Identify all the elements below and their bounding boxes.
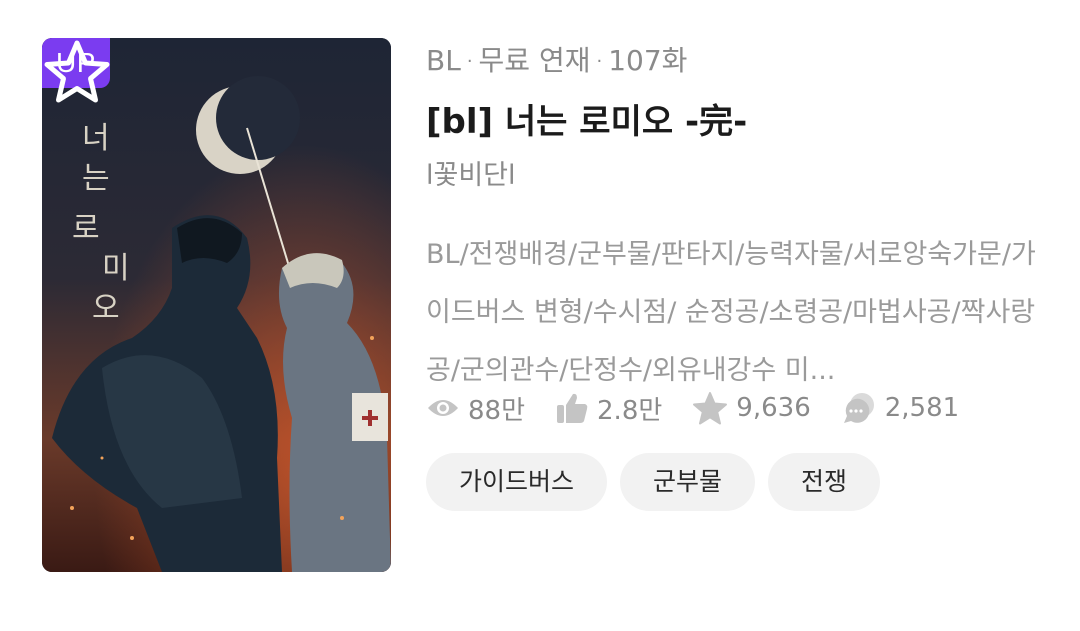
cover-image[interactable]: 너 는 로 미 오 UP: [42, 38, 391, 572]
episode-count: 107화: [608, 44, 688, 77]
eye-icon: [428, 400, 458, 416]
webtoon-card[interactable]: 너 는 로 미 오 UP BL · 무료 연재 · 107화 [bl] 너는 로미오 -…: [0, 0, 1080, 631]
comments-stat: 2,581: [841, 391, 959, 425]
favorite-star-icon[interactable]: [42, 38, 112, 106]
likes-count: 2.8만: [597, 395, 663, 426]
tag-chip-guideverse[interactable]: 가이드버스: [426, 453, 608, 511]
views-count: 88만: [468, 395, 526, 426]
description-tags: BL/전쟁배경/군부물/판타지/능력자물/서로앙숙가문/가이드버스 변형/수시점…: [426, 239, 1036, 386]
tag-chip-military[interactable]: 군부물: [620, 453, 756, 511]
meta-separator: ·: [466, 51, 473, 72]
info-panel: BL · 무료 연재 · 107화 [bl] 너는 로미오 -完- l꽃비단l BL/전…: [426, 40, 1046, 400]
svg-text:너: 너: [82, 121, 110, 156]
status-label: 무료 연재: [478, 44, 591, 77]
thumbs-up-icon: [557, 393, 588, 423]
genre-label: BL: [426, 44, 461, 77]
rating-count: 9,636: [736, 393, 811, 423]
likes-stat: 2.8만: [555, 390, 662, 427]
comments-count: 2,581: [884, 393, 960, 423]
star-icon: [693, 392, 728, 425]
svg-text:로: 로: [72, 211, 100, 246]
cover-art: 너 는 로 미 오: [42, 38, 391, 572]
svg-text:는: 는: [82, 161, 110, 196]
meta-line: BL · 무료 연재 · 107화: [426, 40, 1046, 82]
meta-separator: ·: [596, 51, 603, 72]
svg-text:오: 오: [92, 291, 120, 326]
tag-chips: 가이드버스 군부물 전쟁: [426, 453, 893, 511]
svg-text:미: 미: [102, 251, 130, 286]
comment-icon: [843, 393, 874, 423]
tag-chip-war[interactable]: 전쟁: [768, 453, 881, 511]
rating-stat: 9,636: [692, 391, 811, 425]
stats-row: 88만 2.8만 9,636 2,581: [426, 387, 989, 429]
series-title[interactable]: [bl] 너는 로미오 -完-: [426, 100, 1046, 144]
author-name[interactable]: l꽃비단l: [426, 156, 1046, 196]
views-stat: 88만: [426, 390, 525, 427]
